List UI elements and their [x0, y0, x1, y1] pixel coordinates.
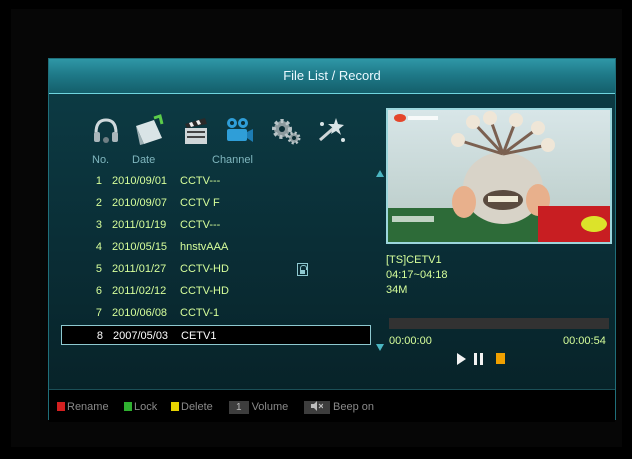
recording-date: 2011/01/19 — [112, 219, 167, 231]
recording-channel: CCTV--- — [180, 219, 221, 231]
red-key-icon — [57, 402, 65, 411]
rename-hint[interactable]: Rename — [57, 401, 109, 413]
camera-icon[interactable] — [222, 114, 256, 148]
playback-progress-bar[interactable] — [389, 318, 609, 329]
recording-channel: CETV1 — [181, 330, 217, 342]
help-bar: Rename Lock Delete 1 Volume Beep on — [49, 389, 615, 422]
recording-date: 2010/09/01 — [112, 175, 168, 187]
content-area: No. Date Channel 1 2010/09/01 CCTV--- 2 … — [49, 94, 615, 389]
beep-hint[interactable]: Beep on — [304, 401, 374, 414]
file-size: 34M — [386, 284, 408, 296]
volume-hint[interactable]: 1 Volume — [229, 401, 288, 414]
volume-key: 1 — [229, 401, 249, 414]
recording-date: 2010/09/07 — [112, 197, 168, 209]
recording-no: 2 — [95, 197, 102, 209]
note-icon[interactable] — [132, 114, 166, 148]
recording-row[interactable]: 2 2010/09/07 CCTV F — [61, 193, 371, 213]
recording-date: 2007/05/03 — [113, 330, 169, 342]
recording-row[interactable]: 4 2010/05/15 hnstvAAA — [61, 237, 371, 257]
recording-channel: CCTV--- — [180, 175, 221, 187]
recording-no: 6 — [95, 285, 102, 297]
video-preview — [386, 108, 612, 244]
delete-hint[interactable]: Delete — [171, 401, 213, 413]
recording-row[interactable]: 6 2011/02/12 CCTV-HD — [61, 281, 371, 301]
recording-row[interactable]: 5 2011/01/27 CCTV-HD — [61, 259, 371, 279]
total-time: 00:00:54 — [563, 335, 606, 347]
delete-label: Delete — [181, 401, 213, 413]
column-header-date: Date — [132, 154, 156, 166]
recording-channel: hnstvAAA — [180, 241, 229, 253]
beep-label: Beep on — [333, 401, 374, 413]
recording-no: 3 — [95, 219, 102, 231]
file-list-panel: File List / Record No. Date Channel 1 20… — [48, 58, 616, 422]
recording-channel: CCTV-HD — [180, 285, 229, 297]
recording-date: 2011/02/12 — [112, 285, 167, 297]
program-name: [TS]CETV1 — [386, 254, 442, 266]
green-key-icon — [124, 402, 132, 411]
clapperboard-icon[interactable] — [179, 114, 213, 148]
gears-icon[interactable] — [269, 114, 303, 148]
lock-icon — [297, 263, 308, 276]
window-title: File List / Record — [49, 59, 615, 94]
lock-label: Lock — [134, 401, 158, 413]
sparkle-icon[interactable] — [314, 114, 348, 148]
recording-no: 4 — [95, 241, 102, 253]
play-icon[interactable] — [457, 353, 466, 365]
rename-label: Rename — [67, 401, 109, 413]
recording-row-selected[interactable]: 8 2007/05/03 CETV1 — [61, 325, 371, 345]
recording-date: 2011/01/27 — [112, 263, 167, 275]
stop-icon[interactable] — [496, 353, 505, 364]
pause-icon[interactable] — [474, 353, 484, 365]
recording-no: 8 — [96, 330, 103, 342]
recording-channel: CCTV-1 — [180, 307, 220, 319]
recording-date: 2010/06/08 — [112, 307, 168, 319]
headset-icon[interactable] — [89, 114, 123, 148]
column-header-no: No. — [92, 154, 110, 166]
mute-key-icon — [304, 401, 330, 414]
recording-row[interactable]: 3 2011/01/19 CCTV--- — [61, 215, 371, 235]
yellow-key-icon — [171, 402, 179, 411]
scroll-down-arrow-icon[interactable] — [376, 344, 384, 351]
recording-channel: CCTV F — [180, 197, 220, 209]
recording-channel: CCTV-HD — [180, 263, 229, 275]
scroll-up-arrow-icon[interactable] — [376, 170, 384, 177]
column-header-channel: Channel — [212, 154, 253, 166]
recording-row[interactable]: 1 2010/09/01 CCTV--- — [61, 171, 371, 191]
preview-image — [388, 110, 610, 242]
time-range: 04:17~04:18 — [386, 269, 448, 281]
recording-no: 5 — [95, 263, 102, 275]
tv-screen: File List / Record No. Date Channel 1 20… — [11, 9, 622, 447]
recording-row[interactable]: 7 2010/06/08 CCTV-1 — [61, 303, 371, 323]
recording-no: 7 — [95, 307, 102, 319]
lock-hint[interactable]: Lock — [124, 401, 157, 413]
current-time: 00:00:00 — [389, 335, 432, 347]
recording-date: 2010/05/15 — [112, 241, 168, 253]
volume-label: Volume — [251, 401, 289, 413]
recording-no: 1 — [95, 175, 102, 187]
